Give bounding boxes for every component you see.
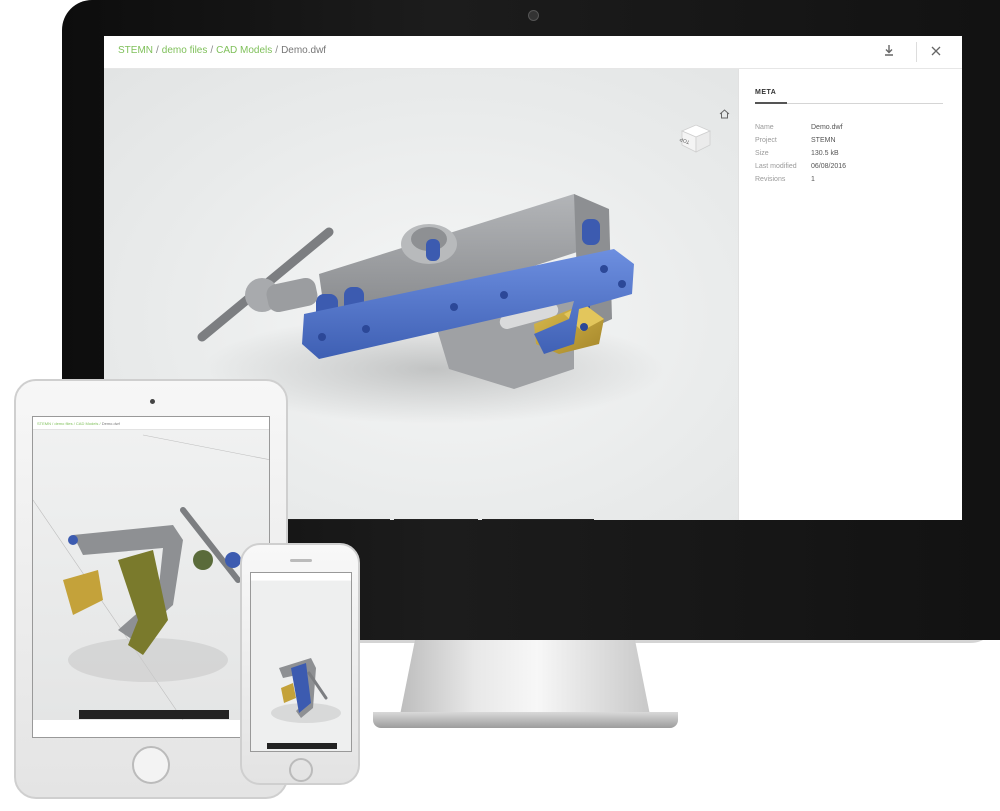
breadcrumb-separator: /: [210, 45, 214, 56]
meta-value-project[interactable]: STEMN: [811, 137, 836, 144]
plate-hole: [318, 333, 326, 341]
breadcrumb-link-project[interactable]: STEMN: [37, 421, 51, 426]
ipad-cad-model[interactable]: [33, 430, 270, 720]
ipad-camera: [150, 399, 155, 404]
model-toolbar-group: ◣ ⟷ ⬢: [394, 519, 478, 520]
imac-stand: [400, 640, 650, 715]
meta-label-name: Name: [755, 124, 774, 131]
plate-hole: [618, 280, 626, 288]
breadcrumb-current-file: Demo.dwf: [101, 421, 120, 426]
tab-meta[interactable]: META: [755, 89, 776, 96]
iphone-home-button[interactable]: [289, 758, 313, 782]
meta-value-revisions: 1: [811, 176, 815, 183]
meta-sidebar: META Name Demo.dwf Project STEMN Size 13…: [738, 69, 962, 520]
close-icon[interactable]: [926, 42, 946, 62]
blue-pin: [426, 239, 440, 261]
breadcrumb-link-subfolder[interactable]: CAD Models: [216, 45, 272, 56]
iphone-screen: [250, 572, 352, 752]
breadcrumb-link-folder[interactable]: demo files: [162, 45, 208, 56]
meta-value-last-modified: 06/08/2016: [811, 163, 847, 170]
meta-label-project: Project: [755, 137, 777, 144]
navigation-toolbar-group: ✋ ↕ ♙ ↺: [286, 519, 390, 520]
view-cube[interactable]: TOP: [678, 121, 712, 153]
ipad-cad-viewport[interactable]: [33, 430, 270, 720]
file-header-bar: STEMN / demo files / CAD Models / Demo.dwf: [104, 36, 962, 69]
meta-value-size: 130.5 kB: [811, 150, 839, 157]
plate-hole: [500, 291, 508, 299]
breadcrumb-current-file: Demo.dwf: [281, 45, 327, 56]
meta-label-last-modified: Last modified: [755, 163, 797, 170]
plate-hole: [450, 303, 458, 311]
ipad-breadcrumb: STEMN / demo files / CAD Models / Demo.d…: [37, 421, 120, 426]
plate-hole: [600, 265, 608, 273]
imac-camera: [528, 10, 539, 21]
breadcrumb-link-subfolder[interactable]: CAD Models: [76, 421, 98, 426]
home-icon[interactable]: [719, 109, 730, 122]
ipad-screen: STEMN / demo files / CAD Models / Demo.d…: [32, 416, 270, 738]
imac-stand-base: [373, 712, 678, 728]
iphone-speaker: [290, 559, 312, 562]
iphone-cad-model[interactable]: [251, 573, 352, 752]
plate-hole: [362, 325, 370, 333]
header-divider: [916, 42, 917, 62]
tab-active-indicator: [755, 102, 787, 104]
ipad-home-button[interactable]: [132, 746, 170, 784]
blue-pin: [582, 219, 600, 245]
meta-label-revisions: Revisions: [755, 176, 786, 183]
download-icon[interactable]: [879, 42, 899, 62]
breadcrumb-separator: /: [156, 45, 159, 56]
meta-value-name: Demo.dwf: [811, 124, 843, 131]
breadcrumb-link-folder[interactable]: demo files: [54, 421, 72, 426]
plate-hole: [580, 323, 588, 331]
breadcrumb: STEMN / demo files / CAD Models / Demo.dwf: [118, 45, 326, 56]
settings-toolbar-group: ⊞ ▤ ⚙ ◪: [482, 519, 594, 520]
breadcrumb-link-project[interactable]: STEMN: [118, 45, 153, 56]
breadcrumb-separator: /: [275, 45, 279, 56]
ipad-toolbar[interactable]: [79, 710, 229, 719]
meta-label-size: Size: [755, 150, 769, 157]
iphone-toolbar[interactable]: [267, 743, 337, 749]
